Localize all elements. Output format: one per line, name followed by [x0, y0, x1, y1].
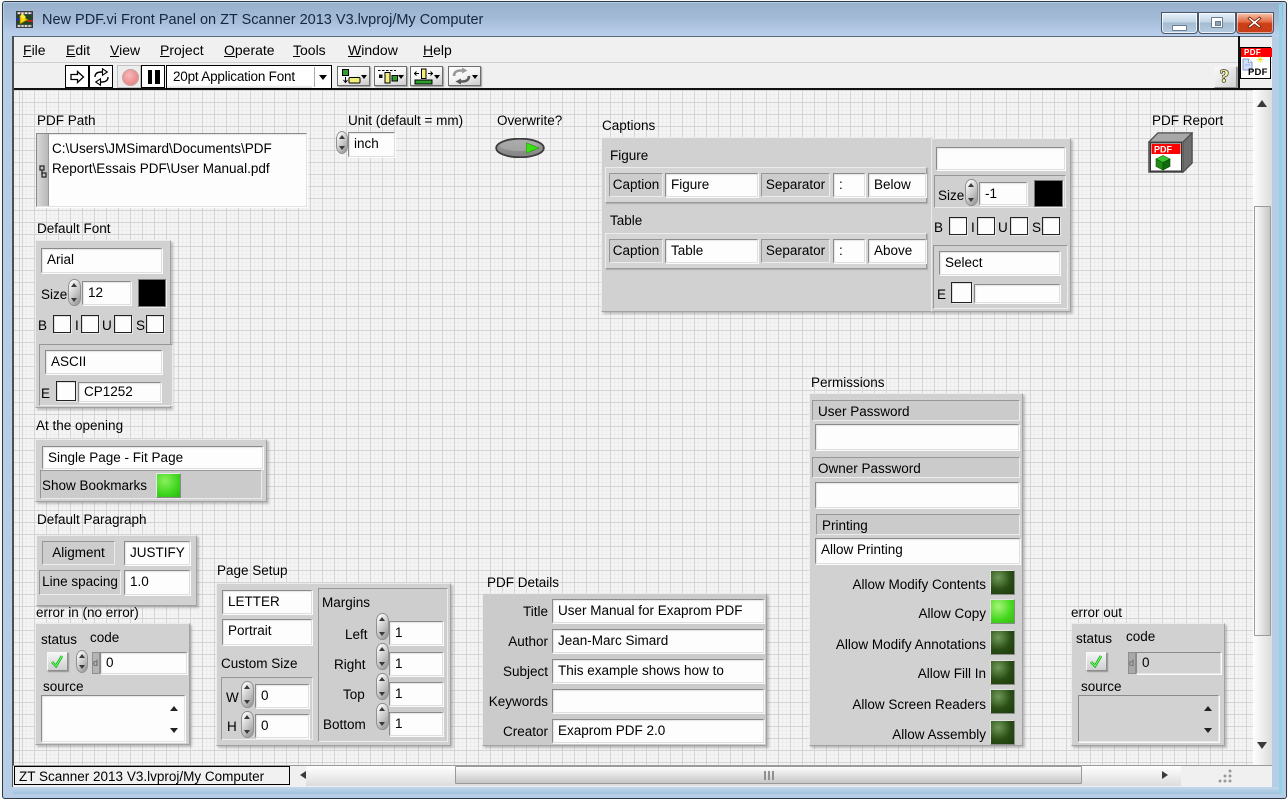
svg-text:?: ? [1220, 66, 1229, 86]
svg-text:PDF: PDF [1154, 145, 1173, 155]
